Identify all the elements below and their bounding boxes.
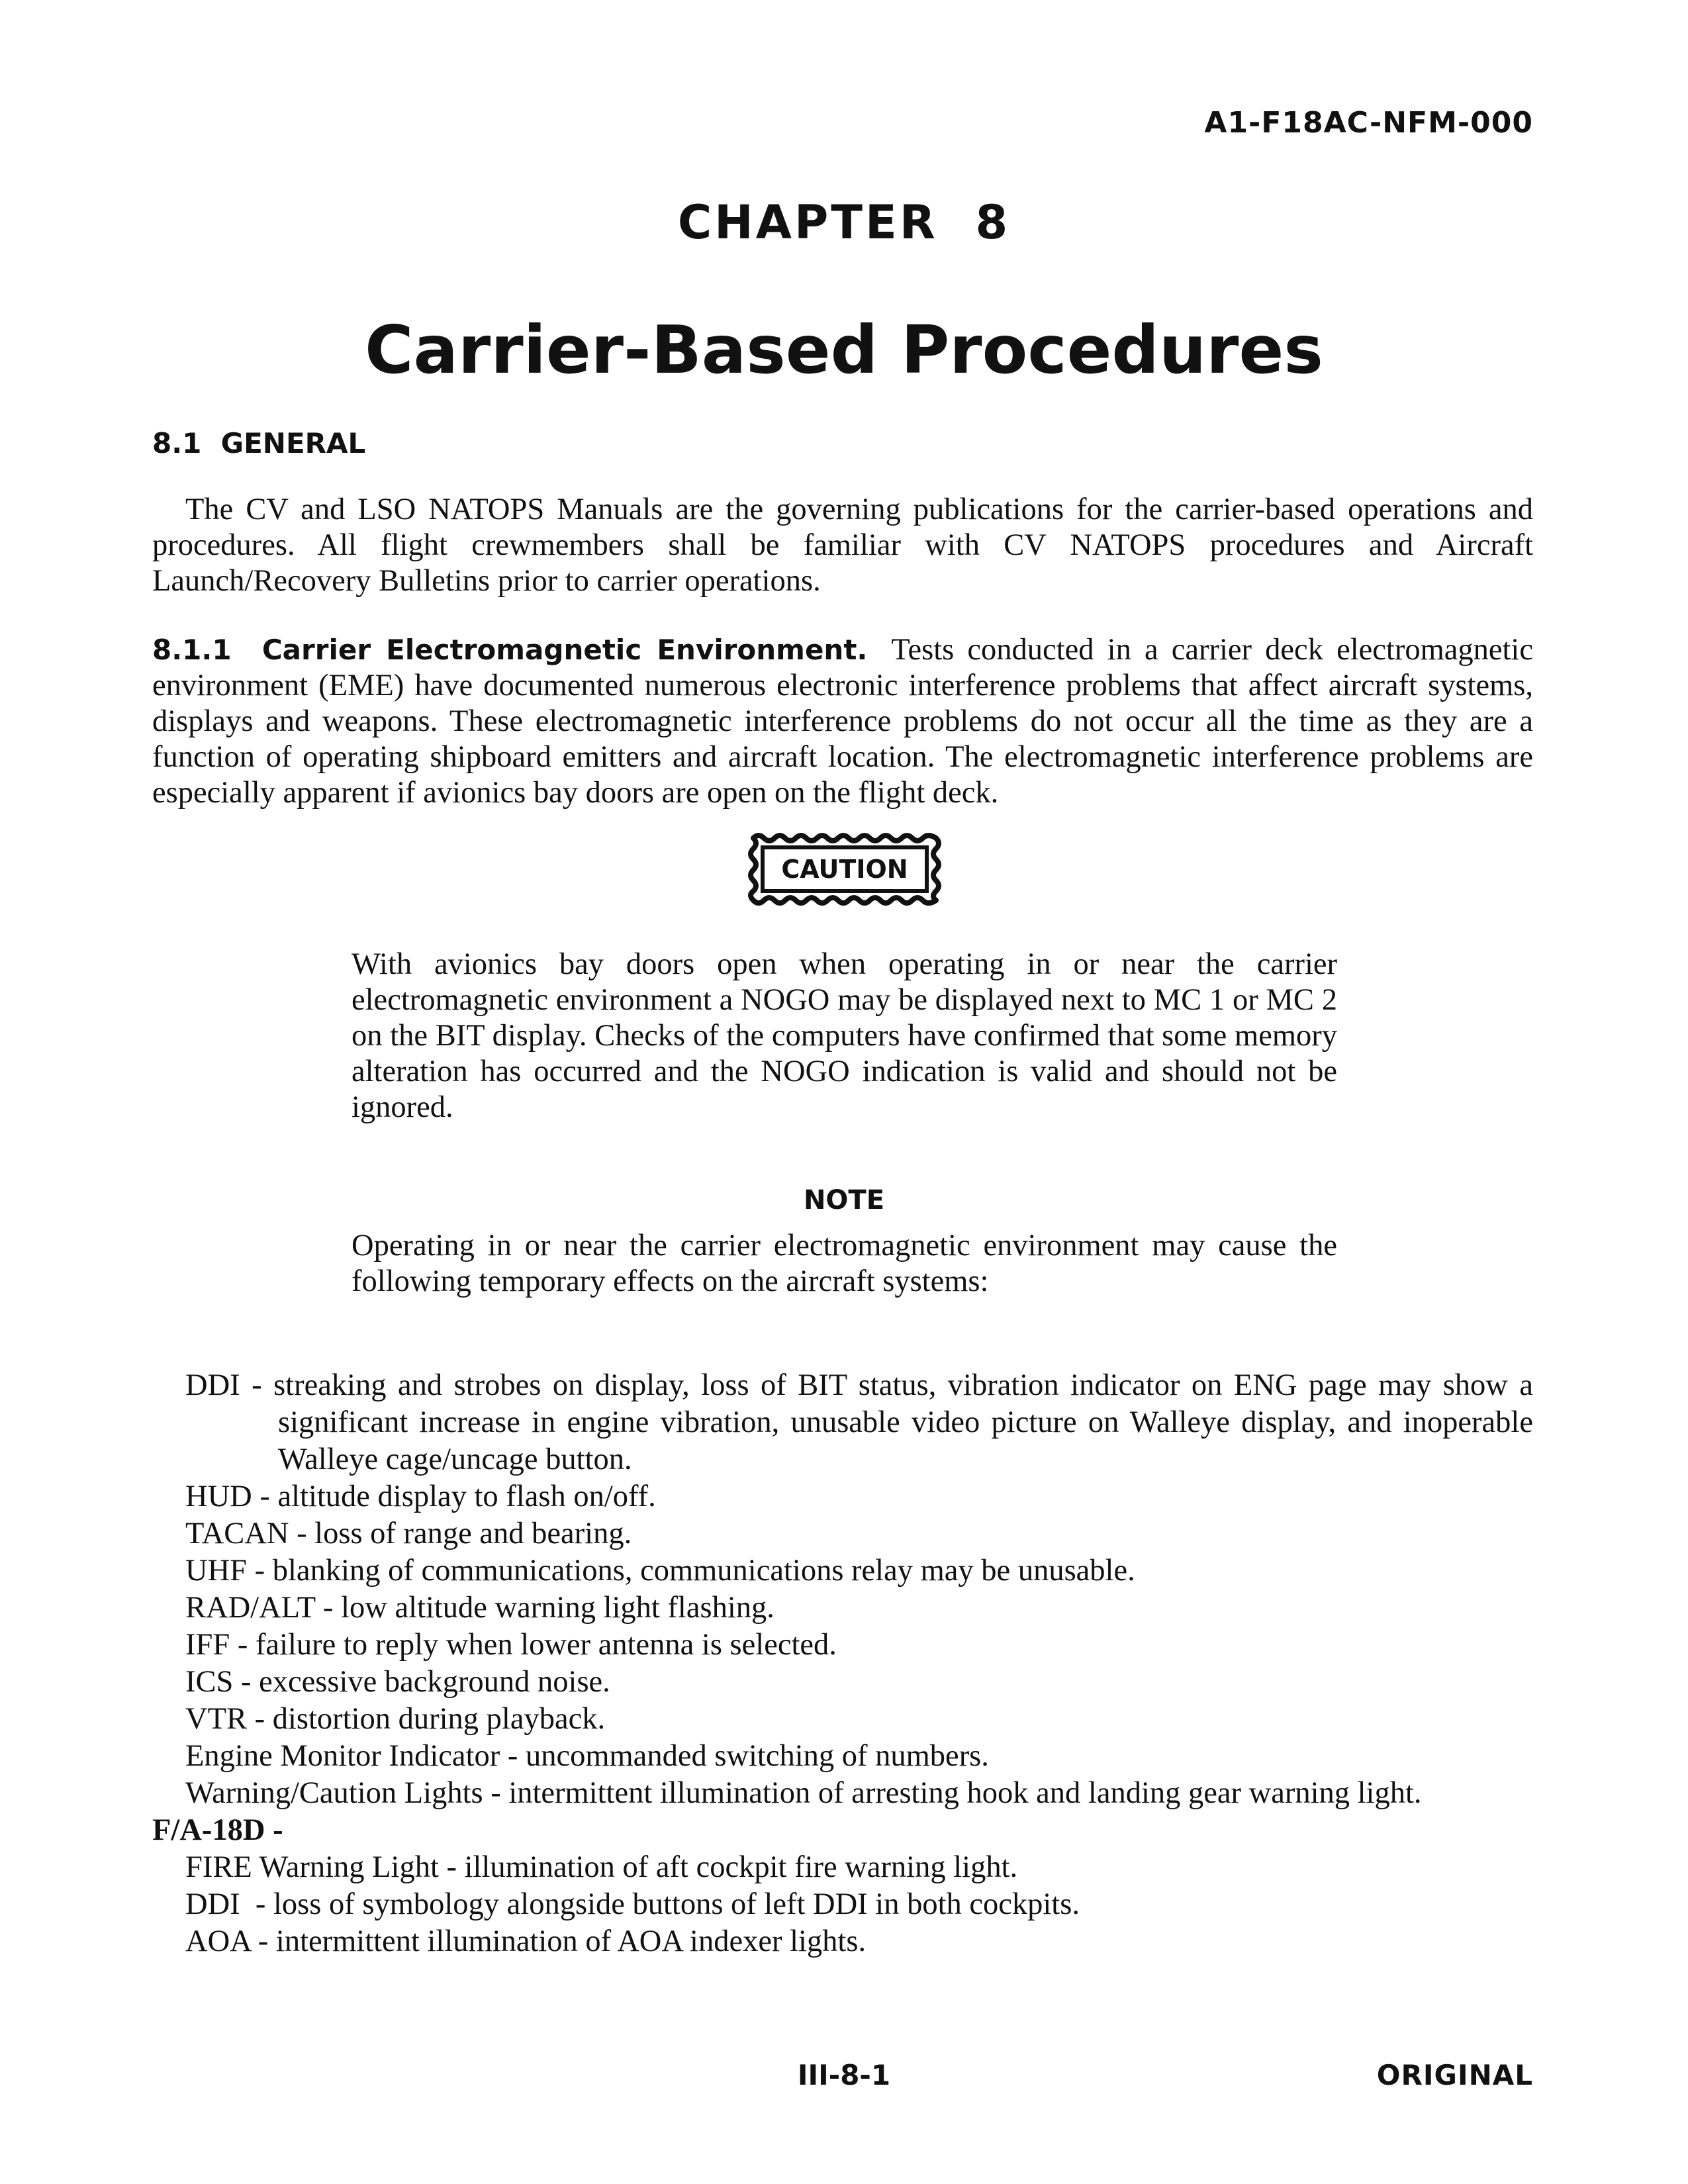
list-item: RAD/ALT - low altitude warning light fla… <box>185 1591 774 1625</box>
list-item: Warning/Caution Lights - intermittent il… <box>185 1776 1422 1810</box>
caution-text: With avionics bay doors open when operat… <box>352 947 1337 1124</box>
list-item: VTR - distortion during playback. <box>185 1702 606 1736</box>
eme-paragraph: 8.1.1 Carrier Electromagnetic Environmen… <box>152 632 1533 811</box>
list-item: IFF - failure to reply when lower antenn… <box>185 1628 837 1662</box>
list-item: Engine Monitor Indicator - uncommanded s… <box>185 1739 989 1773</box>
fa18d-heading: F/A-18D - <box>152 1813 283 1847</box>
list-item: HUD - altitude display to flash on/off. <box>185 1480 656 1513</box>
caution-label: CAUTION <box>781 855 908 884</box>
list-item: UHF - blanking of communications, commun… <box>185 1554 1135 1588</box>
subsection-heading: 8.1.1 Carrier Electromagnetic Environmen… <box>152 634 868 666</box>
list-item: FIRE Warning Light - illumination of aft… <box>185 1850 1018 1884</box>
list-item: DDI - loss of symbology alongside button… <box>185 1887 1080 1921</box>
list-item: DDI - streaking and strobes on display, … <box>185 1368 1533 1476</box>
list-item: TACAN - loss of range and bearing. <box>185 1517 632 1550</box>
note-text: Operating in or near the carrier electro… <box>352 1229 1337 1298</box>
list-item: ICS - excessive background noise. <box>185 1665 610 1699</box>
chapter-title: Carrier-Based Procedures <box>365 311 1323 389</box>
chapter-label: CHAPTER 8 <box>677 195 1011 250</box>
document-id: A1-F18AC-NFM-000 <box>1204 106 1533 140</box>
section-heading: 8.1 GENERAL <box>152 427 366 459</box>
general-paragraph: The CV and LSO NATOPS Manuals are the go… <box>152 493 1533 598</box>
caution-banner: CAUTION <box>745 833 944 906</box>
page-status: ORIGINAL <box>1376 2059 1533 2091</box>
effects-list: DDI - streaking and strobes on display, … <box>152 1367 1533 1960</box>
list-item: AOA - intermittent illumination of AOA i… <box>185 1924 867 1958</box>
note-label: NOTE <box>803 1185 885 1215</box>
